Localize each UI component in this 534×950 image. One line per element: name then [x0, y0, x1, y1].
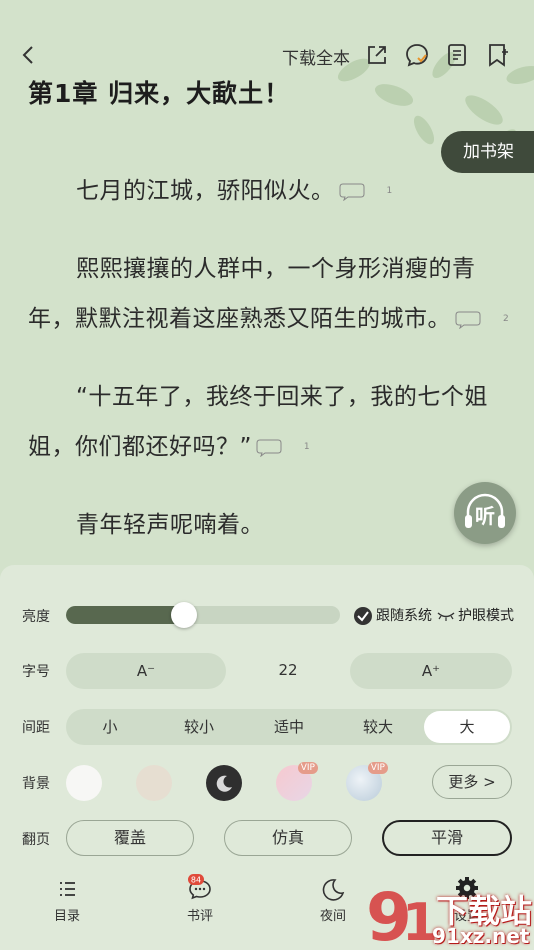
closed-eye-icon: [437, 612, 455, 621]
spacing-option-medium[interactable]: 适中: [244, 709, 334, 745]
spacing-option-larger[interactable]: 较大: [334, 709, 422, 745]
moon-icon: [216, 775, 232, 792]
download-all-button[interactable]: 下载全本: [282, 44, 350, 69]
eye-mode-toggle[interactable]: 护眼模式: [436, 605, 514, 625]
page-turn-label: 翻页: [22, 832, 50, 848]
bg-pink-swatch[interactable]: VIP: [276, 762, 318, 801]
nav-label: 目录: [53, 909, 80, 924]
nav-label: 夜间: [319, 909, 346, 924]
brightness-slider[interactable]: [66, 606, 340, 624]
font-size-value: 22: [278, 661, 298, 679]
paragraph-comment-count[interactable]: 1: [256, 439, 310, 457]
bg-night-swatch[interactable]: [206, 765, 242, 801]
review-count-badge: 84: [191, 876, 201, 885]
paragraph-comment-count[interactable]: 1: [339, 183, 392, 201]
checkmark-icon: [354, 607, 372, 625]
chat-icon[interactable]: [404, 42, 430, 68]
turn-smooth-button[interactable]: 平滑: [382, 820, 512, 856]
turn-simulate-button[interactable]: 仿真: [224, 820, 352, 856]
list-icon: [60, 882, 75, 896]
nav-label: 书评: [186, 909, 213, 924]
spacing-option-smaller[interactable]: 较小: [154, 709, 244, 745]
comment-icon: 84: [188, 874, 211, 900]
background-label: 背景: [22, 776, 50, 792]
paragraph-text: 熙熙攘攘的人群中，一个身形消瘦的青年，默默注视着这座熟悉又陌生的城市。: [28, 256, 476, 332]
paragraph-text: 青年轻声呢喃着。: [76, 512, 264, 538]
nav-reviews[interactable]: 84 书评: [165, 873, 235, 924]
eye-mode-label: 护眼模式: [458, 608, 514, 624]
nav-night[interactable]: 夜间: [298, 873, 368, 924]
paragraph-4: 青年轻声呢喃着。: [28, 500, 514, 550]
paragraph-2: 熙熙攘攘的人群中，一个身形消瘦的青年，默默注视着这座熟悉又陌生的城市。 2: [28, 244, 514, 344]
brightness-handle[interactable]: [170, 602, 197, 628]
nav-catalog[interactable]: 目录: [32, 873, 102, 924]
moon-icon: [322, 879, 345, 901]
listen-label: 听: [475, 504, 495, 528]
vip-badge: VIP: [297, 762, 318, 774]
brightness-label: 亮度: [22, 609, 50, 625]
bg-blue-swatch[interactable]: VIP: [346, 762, 388, 801]
share-icon[interactable]: [364, 42, 390, 68]
paragraph-text: 七月的江城，骄阳似火。: [76, 178, 335, 204]
font-increase-button[interactable]: A⁺: [350, 653, 512, 689]
follow-system-label: 跟随系统: [376, 608, 432, 624]
more-backgrounds-button[interactable]: 更多 >: [432, 765, 512, 799]
font-decrease-button[interactable]: A⁻: [66, 653, 226, 689]
paragraph-3: “十五年了，我终于回来了，我的七个姐姐，你们都还好吗？” 1: [28, 372, 514, 472]
turn-cover-button[interactable]: 覆盖: [66, 820, 194, 856]
spacing-option-small[interactable]: 小: [66, 709, 154, 745]
bg-beige-swatch[interactable]: [136, 765, 172, 801]
bookmark-icon[interactable]: [484, 42, 510, 68]
vip-badge: VIP: [367, 762, 388, 774]
chapter-title: 第1章 归来，大歃土！: [28, 79, 291, 108]
listen-button[interactable]: 听: [454, 482, 516, 544]
spacing-selector: 小 较小 适中 较大 大: [66, 709, 512, 745]
paragraph-comment-count[interactable]: 2: [455, 311, 509, 329]
font-size-label: 字号: [22, 664, 50, 680]
reader-page: 下载全本 第1章 归来，大歃土！ 加书架 七月的江城，骄阳似火。 1 熙熙攘攘的人…: [0, 0, 534, 950]
follow-system-toggle[interactable]: 跟随系统: [354, 605, 432, 625]
back-arrow-icon[interactable]: [16, 42, 42, 68]
paragraph-1: 七月的江城，骄阳似火。 1: [28, 166, 514, 216]
notes-icon[interactable]: [444, 42, 470, 68]
spacing-option-large[interactable]: 大: [424, 711, 510, 743]
watermark-url: 91xz.net: [432, 924, 530, 948]
spacing-label: 间距: [22, 720, 50, 736]
bg-white-swatch[interactable]: [66, 765, 102, 801]
brightness-fill: [66, 606, 184, 624]
